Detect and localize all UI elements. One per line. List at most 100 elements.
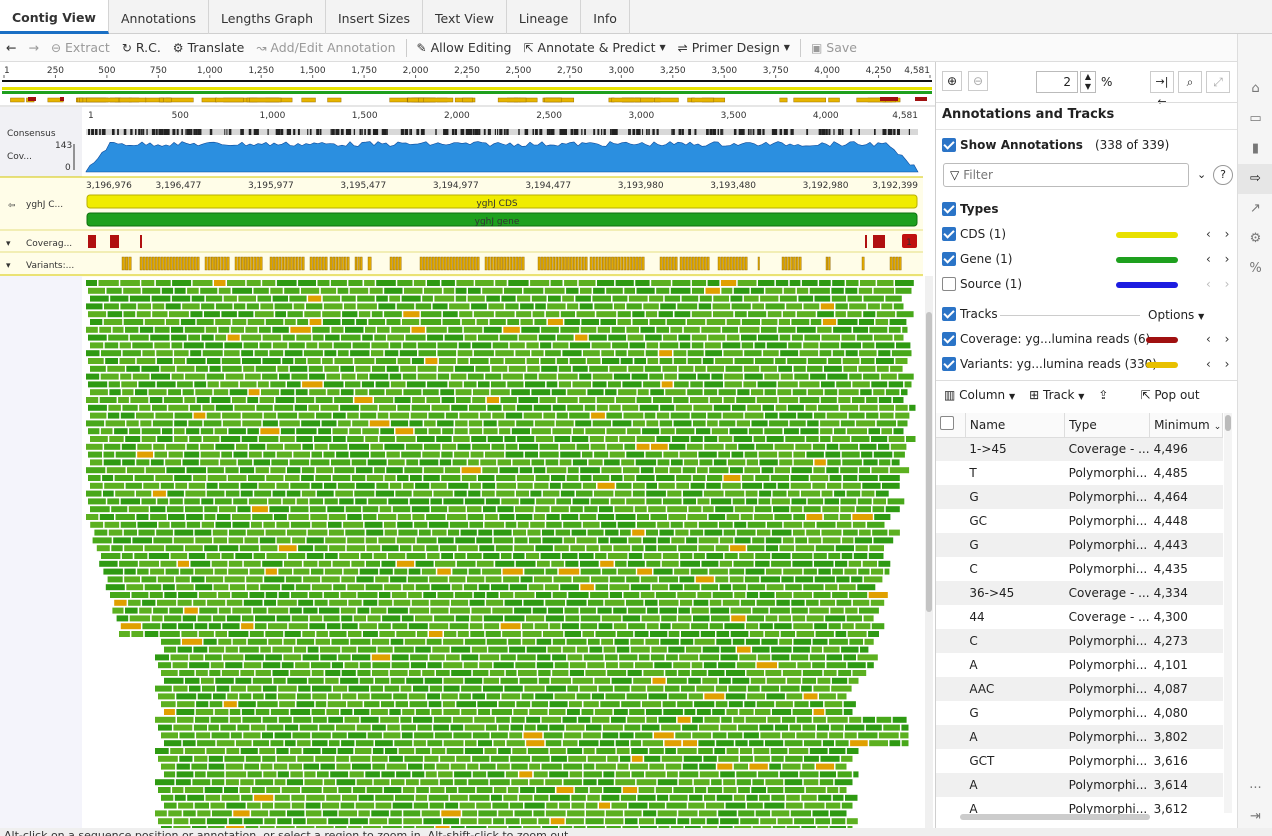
variant-mark[interactable] — [825, 256, 828, 271]
checkbox-unchecked-icon[interactable] — [940, 416, 954, 431]
variant-mark[interactable] — [671, 256, 675, 271]
variant-mark[interactable] — [659, 256, 663, 271]
variant-mark[interactable] — [635, 256, 639, 271]
save-button[interactable]: ▣ Save — [805, 36, 863, 60]
variant-mark[interactable] — [419, 256, 423, 271]
variant-mark[interactable] — [828, 256, 831, 271]
variant-mark[interactable] — [318, 256, 322, 271]
column-menu[interactable]: ▥ Column ▼ — [944, 388, 1015, 402]
variant-mark[interactable] — [706, 256, 710, 271]
variant-mark[interactable] — [589, 256, 593, 271]
checkbox-unchecked-icon[interactable] — [942, 277, 956, 291]
variant-mark[interactable] — [234, 256, 238, 271]
variant-mark[interactable] — [509, 256, 513, 271]
tab-annotations[interactable]: Annotations — [109, 0, 210, 34]
prev-next-icon[interactable]: ‹ › — [1206, 357, 1234, 371]
variant-mark[interactable] — [207, 256, 211, 271]
variant-mark[interactable] — [662, 256, 666, 271]
table-row[interactable]: AAC Polymorphi... 4,087 — [936, 677, 1223, 701]
variant-mark[interactable] — [665, 256, 669, 271]
variant-mark[interactable] — [611, 256, 614, 271]
zoom-stepper[interactable]: ▲ ▼ — [1080, 71, 1096, 93]
annotate-predict-menu[interactable]: ⇱ Annotate & Predict ▼ — [517, 36, 671, 60]
variant-mark[interactable] — [163, 256, 167, 271]
variant-mark[interactable] — [281, 256, 284, 271]
tab-info[interactable]: Info — [581, 0, 630, 34]
extract-button[interactable]: ⊖ Extract — [45, 36, 116, 60]
variant-mark[interactable] — [464, 256, 468, 271]
variant-mark[interactable] — [487, 256, 491, 271]
track-item-1[interactable]: Variants: yg...lumina reads (330) — [942, 357, 1157, 371]
variant-mark[interactable] — [204, 256, 208, 271]
variant-mark[interactable] — [700, 256, 704, 271]
variant-mark[interactable] — [160, 256, 164, 271]
prev-next-icon[interactable]: ‹ › — [1206, 252, 1234, 266]
variant-mark[interactable] — [717, 256, 721, 271]
table-row[interactable]: T Polymorphi... 4,485 — [936, 461, 1223, 485]
variant-mark[interactable] — [296, 256, 299, 271]
variant-mark[interactable] — [357, 256, 360, 271]
type-item-1[interactable]: Gene (1) — [942, 252, 1012, 266]
translate-button[interactable]: ⚙ Translate — [167, 36, 251, 60]
variant-mark[interactable] — [346, 256, 350, 271]
show-annotations-toggle[interactable]: Show Annotations (338 of 339) — [942, 138, 1169, 152]
contig-view[interactable]: 1 250 500 750 1,000 1,250 1,500 1,750 2,000 2,250… — [0, 62, 935, 832]
options-menu[interactable]: Options ▼ — [1148, 308, 1204, 322]
zoom-to-selection-icon[interactable]: ⌕ — [1178, 71, 1202, 93]
variant-mark[interactable] — [341, 256, 344, 271]
type-item-2[interactable]: Source (1) — [942, 277, 1022, 291]
table-row[interactable]: A Polymorphi... 3,614 — [936, 773, 1223, 797]
table-row[interactable]: 1->45 Coverage - ... 4,496 — [936, 437, 1223, 461]
zoom-out-icon[interactable]: ⊖ — [968, 71, 988, 91]
allow-editing-button[interactable]: ✎ Allow Editing — [411, 36, 518, 60]
variant-mark[interactable] — [573, 256, 576, 271]
variant-mark[interactable] — [367, 256, 372, 271]
variant-mark[interactable] — [605, 256, 608, 271]
variant-mark[interactable] — [217, 256, 221, 271]
variant-mark[interactable] — [629, 256, 633, 271]
coverage-region[interactable] — [140, 235, 142, 248]
variant-mark[interactable] — [329, 256, 333, 271]
variant-mark[interactable] — [578, 256, 582, 271]
fullscreen-icon[interactable]: ⤢ — [1206, 71, 1230, 93]
variant-mark[interactable] — [697, 256, 701, 271]
variant-mark[interactable] — [581, 256, 585, 271]
variant-mark[interactable] — [617, 256, 620, 271]
variant-mark[interactable] — [360, 256, 363, 271]
variant-mark[interactable] — [244, 256, 247, 271]
variant-mark[interactable] — [570, 256, 573, 271]
variant-mark[interactable] — [278, 256, 282, 271]
variant-mark[interactable] — [584, 256, 588, 271]
table-row[interactable]: C Polymorphi... 4,435 — [936, 557, 1223, 581]
table-scrollbar[interactable] — [1224, 413, 1232, 813]
home-icon[interactable]: ⌂ — [1238, 74, 1272, 104]
variant-mark[interactable] — [892, 256, 896, 271]
variant-mark[interactable] — [898, 256, 902, 271]
variant-mark[interactable] — [484, 256, 488, 271]
variant-mark[interactable] — [321, 256, 325, 271]
types-toggle[interactable]: Types — [942, 202, 998, 216]
filter-field[interactable]: ▽ — [943, 163, 1189, 187]
coverage-region[interactable] — [865, 235, 867, 248]
horizontal-scrollbar[interactable] — [960, 814, 1150, 820]
type-item-0[interactable]: CDS (1) — [942, 227, 1006, 241]
variant-mark[interactable] — [540, 256, 544, 271]
tab-contig-view[interactable]: Contig View — [0, 0, 109, 34]
add-edit-annotation-button[interactable]: ↝ Add/Edit Annotation — [250, 36, 401, 60]
variant-mark[interactable] — [790, 256, 793, 271]
variant-mark[interactable] — [521, 256, 525, 271]
variant-mark[interactable] — [121, 256, 125, 271]
variant-mark[interactable] — [518, 256, 522, 271]
variant-mark[interactable] — [679, 256, 683, 271]
tab-lineage[interactable]: Lineage — [507, 0, 582, 34]
rc-button[interactable]: ↻ R.C. — [116, 36, 167, 60]
variant-mark[interactable] — [682, 256, 686, 271]
variant-mark[interactable] — [223, 256, 227, 271]
variant-mark[interactable] — [796, 256, 799, 271]
table-row[interactable]: GCT Polymorphi... 3,616 — [936, 749, 1223, 773]
select-all-header[interactable] — [936, 413, 966, 438]
variant-mark[interactable] — [641, 256, 645, 271]
variant-mark[interactable] — [861, 256, 865, 271]
track-item-0[interactable]: Coverage: yg...lumina reads (6) — [942, 332, 1150, 346]
prev-next-icon[interactable]: ‹ › — [1206, 227, 1234, 241]
